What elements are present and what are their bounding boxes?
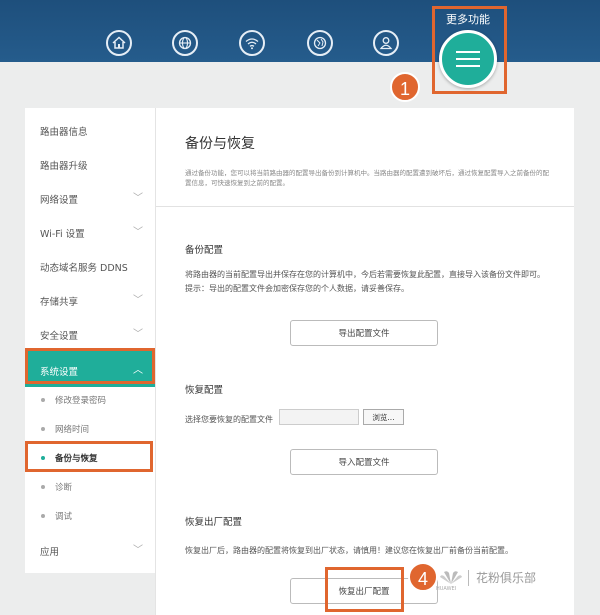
sidebar-item-label: 存储共享 — [40, 297, 79, 308]
sidebar-item-label: 路由器信息 — [40, 127, 88, 138]
backup-note: 提示：导出的配置文件会加密保存您的个人数据，请妥善保存。 — [185, 284, 409, 293]
chevron-down-icon: ﹀ — [133, 193, 143, 204]
chevron-down-icon: ﹀ — [133, 545, 143, 556]
backup-section-title: 备份配置 — [185, 245, 224, 256]
sidebar-subitem-debug[interactable]: 调试 — [25, 504, 155, 528]
main-content-panel: 备份与恢复 通过备份功能，您可以将当前路由器的配置导出备份到计算机中。当路由器的… — [155, 108, 574, 615]
sidebar-subitem-label: 修改登录密码 — [55, 396, 107, 406]
page-description: 通过备份功能，您可以将当前路由器的配置导出备份到计算机中。当路由器的配置遭到破坏… — [185, 169, 549, 187]
sidebar-subitem-diagnosis[interactable]: 诊断 — [25, 475, 155, 499]
sidebar-item-router-info[interactable]: 路由器信息 — [25, 112, 155, 146]
huawei-logo-icon — [440, 571, 462, 584]
sidebar-item-label: 路由器升级 — [40, 161, 88, 172]
sidebar-subitem-label: 调试 — [55, 512, 73, 522]
sidebar-item-label: 网络设置 — [40, 195, 79, 206]
sidebar-subitem-label: 网络时间 — [55, 425, 90, 435]
home-icon[interactable] — [106, 30, 132, 56]
wifi-icon[interactable] — [239, 30, 265, 56]
bullet-icon — [41, 485, 45, 489]
sidebar-item-wifi-settings[interactable]: Wi-Fi 设置 ﹀ — [25, 214, 155, 248]
bullet-icon — [41, 514, 45, 518]
bullet-icon — [41, 427, 45, 431]
watermark-separator — [468, 570, 469, 586]
sidebar-item-label: Wi-Fi 设置 — [40, 229, 85, 240]
sidebar-item-storage-sharing[interactable]: 存储共享 ﹀ — [25, 282, 155, 316]
sidebar: 路由器信息 路由器升级 网络设置 ﹀ Wi-Fi 设置 ﹀ 动态域名服务 DDN… — [25, 108, 155, 573]
sidebar-item-applications[interactable]: 应用 ﹀ — [25, 532, 155, 566]
bullet-icon — [41, 398, 45, 402]
network-globe-icon[interactable] — [307, 30, 333, 56]
highlight-box-backup-restore — [25, 441, 153, 472]
top-navigation-bar — [0, 0, 600, 62]
sidebar-item-network-settings[interactable]: 网络设置 ﹀ — [25, 180, 155, 214]
chevron-down-icon: ﹀ — [133, 329, 143, 340]
watermark: HUAWEI 花粉俱乐部 — [432, 564, 600, 594]
highlight-box-factory-reset — [325, 567, 404, 612]
divider — [156, 206, 574, 207]
sidebar-subitem-change-password[interactable]: 修改登录密码 — [25, 388, 155, 412]
sidebar-item-label: 安全设置 — [40, 331, 79, 342]
backup-description: 将路由器的当前配置导出并保存在您的计算机中，今后若需要恢复此配置，直接导入该备份… — [185, 270, 545, 279]
restore-file-label: 选择您要恢复的配置文件 — [185, 415, 273, 424]
step-badge-1: 1 — [390, 72, 420, 102]
sidebar-item-security-settings[interactable]: 安全设置 ﹀ — [25, 316, 155, 350]
export-config-button[interactable]: 导出配置文件 — [290, 320, 438, 346]
restore-section-title: 恢复配置 — [185, 385, 224, 396]
page-title: 备份与恢复 — [185, 136, 255, 152]
sidebar-item-label: 动态域名服务 DDNS — [40, 263, 128, 274]
globe-icon[interactable] — [172, 30, 198, 56]
sidebar-item-ddns[interactable]: 动态域名服务 DDNS — [25, 248, 155, 282]
sidebar-item-router-upgrade[interactable]: 路由器升级 — [25, 146, 155, 180]
restore-file-input[interactable] — [279, 409, 359, 425]
user-icon[interactable] — [373, 30, 399, 56]
browse-button[interactable]: 浏览... — [363, 409, 404, 425]
factory-reset-section-title: 恢复出厂配置 — [185, 517, 243, 528]
chevron-down-icon: ﹀ — [133, 295, 143, 306]
sidebar-item-label: 应用 — [40, 547, 60, 558]
sidebar-subitem-label: 诊断 — [55, 483, 73, 493]
factory-reset-description: 恢复出厂后，路由器的配置将恢复到出厂状态，请慎用！建议您在恢复出厂前备份当前配置… — [185, 546, 513, 555]
sidebar-subitem-network-time[interactable]: 网络时间 — [25, 417, 155, 441]
watermark-text: 花粉俱乐部 — [476, 571, 537, 585]
watermark-brand: HUAWEI — [436, 586, 457, 592]
highlight-box-system-settings — [25, 348, 155, 384]
chevron-down-icon: ﹀ — [133, 227, 143, 238]
import-config-button[interactable]: 导入配置文件 — [290, 449, 438, 475]
highlight-box-more-functions — [432, 6, 507, 94]
